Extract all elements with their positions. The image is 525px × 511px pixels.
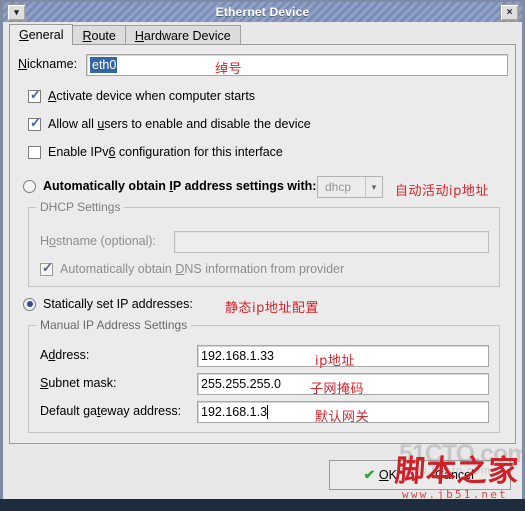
manual-ip-group-title: Manual IP Address Settings bbox=[36, 318, 192, 332]
tab-hardware-device[interactable]: Hardware Device bbox=[124, 25, 241, 45]
checkbox-enable-ipv6-row[interactable]: Enable IPv6 configuration for this inter… bbox=[28, 145, 283, 159]
checkbox-activate-device-label: Activate device when computer starts bbox=[48, 89, 256, 103]
gateway-value: 192.168.1.3 bbox=[201, 405, 268, 419]
address-value: 192.168.1.33 bbox=[201, 349, 274, 363]
address-label-row: Address: bbox=[40, 348, 89, 362]
screenshot-root: ▾ Ethernet Device × General Route Hardwa… bbox=[0, 0, 525, 511]
manual-ip-settings-group: Manual IP Address Settings Address: 192.… bbox=[28, 318, 500, 433]
window-titlebar: ▾ Ethernet Device × bbox=[3, 2, 522, 22]
general-tab-panel: Nickname: eth0 绰号 ✓ Activate device when… bbox=[9, 44, 516, 444]
subnet-mask-label-row: Subnet mask: bbox=[40, 376, 116, 390]
hostname-input[interactable] bbox=[174, 231, 489, 253]
subnet-mask-label: Subnet mask: bbox=[40, 376, 117, 390]
checkbox-allow-users-row[interactable]: ✓ Allow all users to enable and disable … bbox=[28, 114, 311, 131]
radio-static-label: Statically set IP addresses: bbox=[43, 297, 193, 311]
check-icon: ✔ bbox=[363, 467, 376, 482]
dhcp-settings-group: DHCP Settings Hostname (optional): ✓ Aut… bbox=[28, 200, 500, 287]
annotation-address: ip地址 bbox=[315, 354, 355, 369]
text-caret bbox=[267, 405, 269, 419]
radio-automatic-ip[interactable] bbox=[23, 179, 36, 193]
tab-general-mnemonic: G bbox=[19, 28, 29, 42]
hostname-label-row: Hostname (optional): bbox=[40, 234, 156, 248]
gateway-label: Default gateway address: bbox=[40, 404, 182, 418]
annotation-netmask: 子网掩码 bbox=[310, 382, 365, 397]
tab-hardware-mnemonic: H bbox=[134, 28, 144, 43]
checkbox-enable-ipv6[interactable] bbox=[28, 145, 41, 159]
dhcp-protocol-select[interactable]: dhcp ▼ bbox=[317, 176, 383, 198]
close-icon: × bbox=[506, 6, 513, 18]
nickname-label: Nickname: bbox=[18, 57, 78, 71]
radio-automatic-label: Automatically obtain IP address settings… bbox=[43, 179, 317, 193]
nickname-row: Nickname: bbox=[18, 57, 77, 71]
subnet-mask-value: 255.255.255.0 bbox=[201, 377, 281, 391]
annotation-static-ip: 静态ip地址配置 bbox=[225, 301, 319, 316]
hostname-label: Hostname (optional): bbox=[40, 234, 157, 248]
window-bottom-edge bbox=[0, 499, 525, 511]
address-label: Address: bbox=[40, 348, 90, 362]
window-close-button[interactable]: × bbox=[500, 4, 519, 21]
tab-route-mnemonic: R bbox=[82, 28, 92, 43]
annotation-gateway: 默认网关 bbox=[315, 410, 370, 425]
window-title: Ethernet Device bbox=[215, 5, 310, 19]
check-icon: ✓ bbox=[30, 114, 41, 130]
tab-general[interactable]: General bbox=[9, 24, 74, 45]
nickname-input[interactable]: eth0 bbox=[86, 54, 508, 76]
checkbox-activate-device-row[interactable]: ✓ Activate device when computer starts bbox=[28, 86, 256, 103]
checkbox-auto-dns-label: Automatically obtain DNS information fro… bbox=[60, 262, 345, 276]
tab-route-label: oute bbox=[91, 28, 116, 43]
nickname-value: eth0 bbox=[90, 57, 118, 73]
chevron-down-icon: ▼ bbox=[370, 182, 378, 192]
ethernet-device-window: ▾ Ethernet Device × General Route Hardwa… bbox=[0, 0, 525, 503]
gateway-label-row: Default gateway address: bbox=[40, 404, 181, 418]
tab-bar: General Route Hardware Device bbox=[9, 24, 516, 45]
checkbox-enable-ipv6-label: Enable IPv6 configuration for this inter… bbox=[48, 145, 283, 159]
annotation-nickname: 绰号 bbox=[215, 62, 243, 77]
checkbox-auto-dns[interactable]: ✓ bbox=[40, 259, 53, 276]
radio-automatic-row[interactable]: Automatically obtain IP address settings… bbox=[23, 179, 316, 193]
check-icon: ✓ bbox=[30, 86, 41, 102]
checkbox-activate-device[interactable]: ✓ bbox=[28, 86, 41, 103]
check-icon: ✓ bbox=[42, 259, 53, 275]
radio-static-ip[interactable] bbox=[23, 297, 36, 311]
tab-hardware-label: ardware Device bbox=[143, 28, 231, 43]
checkbox-allow-users[interactable]: ✓ bbox=[28, 114, 41, 131]
radio-static-row[interactable]: Statically set IP addresses: bbox=[23, 297, 193, 311]
dhcp-protocol-value: dhcp bbox=[318, 177, 366, 197]
checkbox-allow-users-label: Allow all users to enable and disable th… bbox=[48, 117, 311, 131]
tab-route[interactable]: Route bbox=[72, 25, 126, 45]
tab-general-label: eneral bbox=[28, 28, 64, 42]
watermark-jb51: 脚本之家 bbox=[393, 454, 521, 489]
dhcp-settings-group-title: DHCP Settings bbox=[36, 200, 125, 214]
checkbox-auto-dns-row[interactable]: ✓ Automatically obtain DNS information f… bbox=[40, 259, 345, 276]
annotation-auto-ip: 自动活动ip地址 bbox=[395, 184, 489, 199]
